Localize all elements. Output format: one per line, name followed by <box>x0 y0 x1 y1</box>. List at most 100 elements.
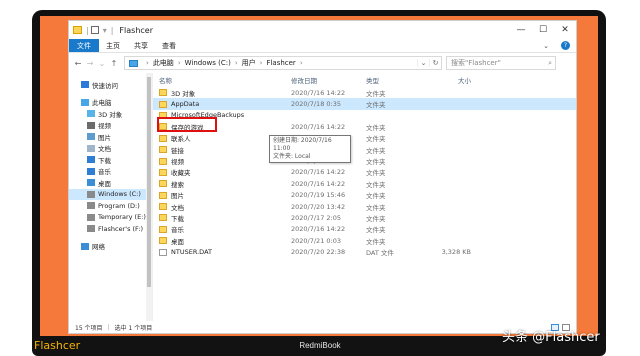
file-row[interactable]: 音乐 2020/7/16 14:22 文件夹 <box>153 224 576 235</box>
title-separator: | <box>110 25 114 35</box>
nav-item[interactable]: 音乐 <box>69 166 152 178</box>
music-icon <box>87 167 95 175</box>
nav-scrollbar-thumb[interactable] <box>147 77 151 287</box>
nav-item[interactable]: Flashcer's (F:) <box>69 223 152 235</box>
tooltip-contents: 文件夹: Local <box>273 153 311 160</box>
nav-item[interactable]: Windows (C:) <box>69 188 152 200</box>
folder-icon[interactable] <box>73 26 82 34</box>
nav-item-label: 桌面 <box>98 179 111 188</box>
drive-icon <box>87 202 95 210</box>
desktop-icon <box>87 179 95 187</box>
tab-file[interactable]: 文件 <box>69 39 99 52</box>
file-date: 2020/7/16 14:22 <box>291 225 346 234</box>
file-row[interactable]: AppData 2020/7/18 0:35 文件夹 <box>153 98 576 110</box>
column-type[interactable]: 类型 <box>366 75 431 85</box>
breadcrumb-user-folder[interactable]: Flashcer <box>266 59 295 67</box>
breadcrumb-users[interactable]: 用户 <box>242 58 256 68</box>
column-name[interactable]: 名称 <box>153 75 291 85</box>
nav-item-label: 3D 对象 <box>98 110 123 119</box>
music-icon <box>159 225 167 233</box>
folder-icon <box>159 100 167 108</box>
breadcrumb-chevron-icon[interactable]: › <box>146 59 149 67</box>
nav-item[interactable]: 此电脑 <box>69 97 152 109</box>
properties-icon[interactable] <box>90 26 99 34</box>
file-name: 搜索 <box>171 180 184 189</box>
nav-item-label: 图片 <box>98 133 111 142</box>
file-row[interactable]: 3D 对象 2020/7/16 14:22 文件夹 <box>153 87 576 98</box>
close-button[interactable]: ✕ <box>554 25 576 35</box>
maximize-button[interactable]: ☐ <box>532 25 554 35</box>
nav-item[interactable]: Temporary (E:) <box>69 212 152 224</box>
file-row[interactable]: 联系人2020/7/16 14:22文件夹 <box>153 133 576 144</box>
file-row[interactable]: 链接2020/7/16 14:22文件夹 <box>153 144 576 155</box>
file-rows: 3D 对象 2020/7/16 14:22 文件夹 AppData 2020/7/18 … <box>153 87 576 258</box>
column-date[interactable]: 修改日期 <box>291 75 366 85</box>
nav-item-label: 网络 <box>92 243 105 252</box>
file-type: 文件夹 <box>366 226 386 235</box>
back-button[interactable]: ← <box>72 59 84 68</box>
file-type: 文件夹 <box>366 237 386 246</box>
nav-item[interactable]: 网络 <box>69 241 152 253</box>
address-bar[interactable]: › 此电脑 › Windows (C:) › 用户 › Flashcer › ⌄… <box>124 56 442 70</box>
documents-icon <box>87 144 95 152</box>
file-type: 文件夹 <box>366 101 386 110</box>
file-row[interactable]: 桌面 2020/7/21 0:03 文件夹 <box>153 235 576 246</box>
breadcrumb-chevron-icon[interactable]: › <box>178 59 181 67</box>
nav-item-label: 下载 <box>98 156 111 165</box>
nav-item-label: 视频 <box>98 122 111 131</box>
minimize-button[interactable]: — <box>510 25 532 35</box>
recent-locations-icon[interactable]: ⌄ <box>96 59 108 68</box>
nav-item[interactable]: 3D 对象 <box>69 108 152 120</box>
file-row[interactable]: 图片 2020/7/19 15:46 文件夹 <box>153 190 576 201</box>
nav-item[interactable]: 文档 <box>69 143 152 155</box>
status-bar: 15 个项目 | 选中 1 个项目 <box>69 321 576 333</box>
quick-access-customize-icon[interactable]: ▾ <box>103 26 107 35</box>
file-row[interactable]: 搜索 2020/7/16 14:22 文件夹 <box>153 178 576 189</box>
file-date: 2020/7/19 15:46 <box>291 191 346 200</box>
search-folder-icon <box>159 180 167 188</box>
drive-icon <box>87 213 95 221</box>
file-row[interactable]: NTUSER.DAT 2020/7/20 22:38 DAT 文件 3,328 KB <box>153 246 576 257</box>
tooltip-created: 创建日期: 2020/7/16 11:00 <box>273 137 332 152</box>
nav-item[interactable]: Program (D:) <box>69 200 152 212</box>
nav-scrollbar[interactable] <box>146 73 152 321</box>
nav-item[interactable]: 下载 <box>69 154 152 166</box>
item-count: 15 个项目 <box>75 324 103 332</box>
up-button[interactable]: ↑ <box>108 59 120 68</box>
column-size[interactable]: 大小 <box>431 75 471 85</box>
tab-home[interactable]: 主页 <box>99 39 127 52</box>
file-row[interactable]: 视频2020/7/20 23:09文件夹 <box>153 155 576 166</box>
file-name: 3D 对象 <box>171 89 196 98</box>
file-row[interactable]: 下载 2020/7/17 2:05 文件夹 <box>153 212 576 223</box>
breadcrumb-drive[interactable]: Windows (C:) <box>185 59 231 67</box>
breadcrumb-chevron-icon[interactable]: › <box>260 59 263 67</box>
title-bar: | ▾ | Flashcer — ☐ ✕ <box>69 21 576 39</box>
tab-view[interactable]: 查看 <box>155 39 183 52</box>
refresh-icon[interactable]: ↻ <box>429 59 441 67</box>
file-row[interactable]: 收藏夹 2020/7/16 14:22 文件夹 <box>153 167 576 178</box>
nav-item[interactable]: 快速访问 <box>69 79 152 91</box>
star-icon <box>81 81 89 89</box>
search-input[interactable]: 搜索"Flashcer" ⌕ <box>446 56 556 70</box>
help-button[interactable]: ? <box>555 39 576 52</box>
nav-item-label: Temporary (E:) <box>98 213 146 222</box>
nav-item[interactable]: 视频 <box>69 120 152 132</box>
forward-button[interactable]: → <box>84 59 96 68</box>
file-type: 文件夹 <box>366 180 386 189</box>
breadcrumb-chevron-icon[interactable]: › <box>235 59 238 67</box>
links-icon <box>159 146 167 154</box>
network-icon <box>81 242 89 250</box>
file-name: 链接 <box>171 146 184 155</box>
file-row[interactable]: 文档 2020/7/20 13:42 文件夹 <box>153 201 576 212</box>
nav-item[interactable]: 图片 <box>69 131 152 143</box>
breadcrumb-chevron-icon[interactable]: › <box>300 59 303 67</box>
nav-item[interactable]: 桌面 <box>69 177 152 189</box>
expand-ribbon-icon[interactable]: ⌄ <box>537 39 555 52</box>
file-list: 名称 修改日期 类型 大小 3D 对象 2020/7/16 14:22 文件夹 App… <box>153 73 576 321</box>
address-dropdown-icon[interactable]: ⌄ <box>417 59 429 67</box>
tab-share[interactable]: 共享 <box>127 39 155 52</box>
breadcrumb-pc[interactable]: 此电脑 <box>153 58 174 68</box>
file-name: 文档 <box>171 203 184 212</box>
downloads-icon <box>159 214 167 222</box>
ribbon-tabs: 文件 主页 共享 查看 ⌄ ? <box>69 39 576 53</box>
